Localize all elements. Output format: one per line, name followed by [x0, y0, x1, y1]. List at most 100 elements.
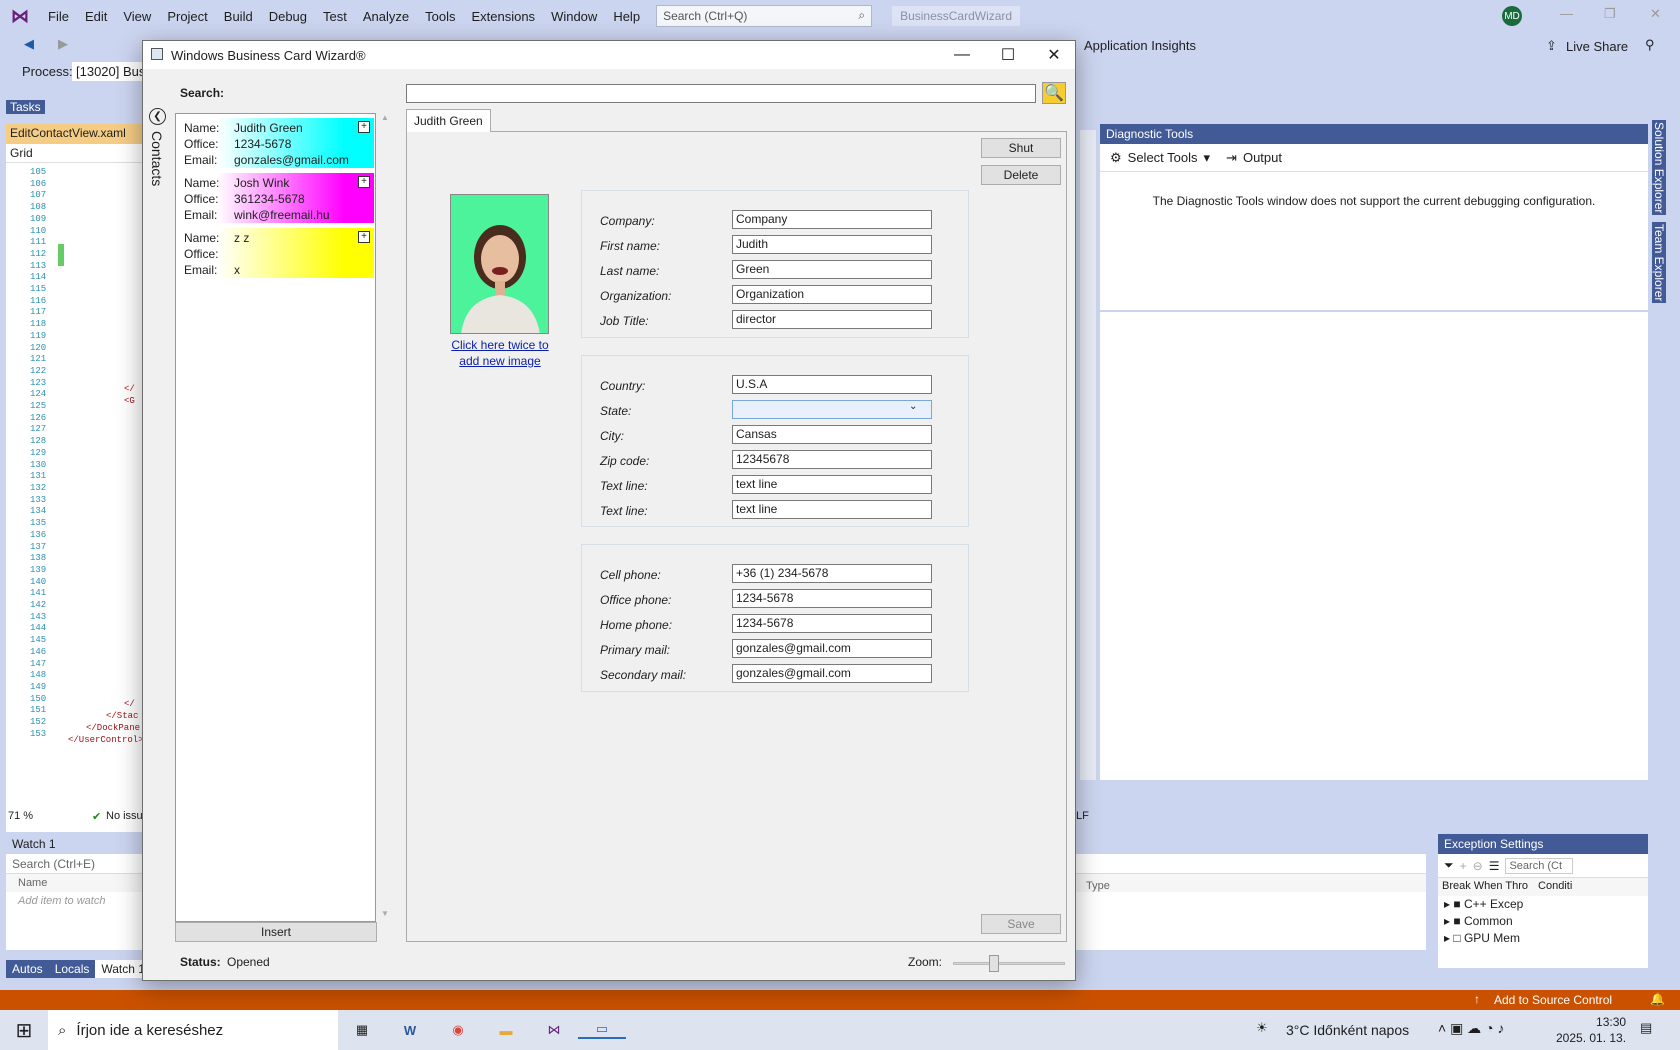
menu-window[interactable]: Window: [543, 9, 605, 24]
app-insights-button[interactable]: Application Insights: [1084, 38, 1196, 53]
contacts-collapse-button[interactable]: ❮: [149, 108, 166, 125]
scroll-up-icon[interactable]: ▲: [381, 113, 389, 122]
field-input[interactable]: Organization: [732, 285, 932, 304]
add-source-control-button[interactable]: Add to Source Control: [1494, 993, 1612, 1007]
field-input[interactable]: text line: [732, 475, 932, 494]
team-explorer-tab[interactable]: Team Explorer: [1652, 222, 1666, 304]
vs-search-input[interactable]: Search (Ctrl+Q) ⌕: [656, 5, 873, 27]
menu-file[interactable]: File: [40, 9, 77, 24]
contacts-side-tab[interactable]: Contacts: [149, 131, 165, 186]
avatar[interactable]: MD: [1502, 6, 1522, 26]
visual-studio-icon[interactable]: ⋈: [530, 1022, 578, 1038]
remove-icon[interactable]: ⊖: [1473, 859, 1483, 873]
menu-debug[interactable]: Debug: [261, 9, 315, 24]
exc-item[interactable]: ▸ ■ Common: [1444, 913, 1648, 930]
grid-selector[interactable]: Grid: [6, 144, 146, 163]
clock-time[interactable]: 13:30: [1556, 1014, 1626, 1030]
live-share-icon[interactable]: ⇪: [1546, 38, 1557, 54]
field-input[interactable]: Judith: [732, 235, 932, 254]
vs-close-icon[interactable]: ✕: [1650, 6, 1661, 22]
minimize-icon[interactable]: —: [939, 41, 985, 69]
taskbar-search[interactable]: ⌕ Írjon ide a kereséshez: [48, 1010, 338, 1050]
contact-card[interactable]: Name: z z Office: Email: x +: [178, 228, 374, 278]
field-input[interactable]: 1234-5678: [732, 589, 932, 608]
add-icon[interactable]: +: [1460, 859, 1467, 873]
insert-button[interactable]: Insert: [175, 922, 377, 942]
tab-autos[interactable]: Autos: [6, 960, 49, 978]
vs-restore-icon[interactable]: ❐: [1604, 6, 1616, 22]
scroll-down-icon[interactable]: ▼: [381, 909, 389, 918]
clock-date[interactable]: 2025. 01. 13.: [1556, 1030, 1626, 1046]
tab-judith-green[interactable]: Judith Green: [406, 109, 491, 132]
scrollbar[interactable]: [1080, 130, 1096, 780]
live-share-button[interactable]: Live Share: [1566, 39, 1628, 54]
contact-photo[interactable]: [450, 194, 549, 334]
menu-analyze[interactable]: Analyze: [355, 9, 417, 24]
exc-col-condition[interactable]: Conditi: [1538, 880, 1572, 894]
weather-text[interactable]: 3°C Időnként napos: [1286, 1022, 1409, 1038]
chrome-icon[interactable]: ◉: [434, 1022, 482, 1038]
field-input[interactable]: 12345678: [732, 450, 932, 469]
word-icon[interactable]: W: [386, 1023, 434, 1038]
menu-test[interactable]: Test: [315, 9, 355, 24]
menu-edit[interactable]: Edit: [77, 9, 115, 24]
bell-icon[interactable]: 🔔: [1650, 992, 1665, 1006]
wizard-titlebar[interactable]: Windows Business Card Wizard® — ☐ ✕: [143, 41, 1075, 69]
add-image-link[interactable]: Click here twice to add new image: [437, 337, 563, 369]
tab-locals[interactable]: Locals: [49, 960, 96, 978]
save-button[interactable]: Save: [981, 914, 1061, 934]
vs-logo-icon[interactable]: ⋈: [0, 6, 40, 27]
zoom-slider-thumb[interactable]: [989, 955, 999, 972]
field-input[interactable]: Green: [732, 260, 932, 279]
menu-view[interactable]: View: [115, 9, 159, 24]
expand-card-button[interactable]: +: [358, 176, 370, 188]
zoom-slider[interactable]: [953, 954, 1065, 972]
menu-build[interactable]: Build: [216, 9, 261, 24]
field-input[interactable]: gonzales@gmail.com: [732, 664, 932, 683]
field-input[interactable]: director: [732, 310, 932, 329]
menu-tools[interactable]: Tools: [417, 9, 463, 24]
field-input[interactable]: 1234-5678: [732, 614, 932, 633]
tray-icons[interactable]: ˄ ▣ ☁ ◔ ♪: [1438, 1020, 1504, 1037]
select-tools-button[interactable]: Select Tools: [1128, 150, 1198, 165]
exc-search[interactable]: Search (Ct: [1505, 857, 1574, 874]
field-input[interactable]: +36 (1) 234-5678: [732, 564, 932, 583]
weather-icon[interactable]: ☀: [1256, 1020, 1268, 1036]
feedback-icon[interactable]: ⚲: [1645, 37, 1655, 53]
exc-col-break[interactable]: Break When Thro: [1442, 880, 1528, 894]
contact-card[interactable]: Name: Josh Wink Office: 361234-5678 Email: w…: [178, 173, 374, 223]
zoom-dropdown[interactable]: 71 %: [6, 808, 64, 826]
doc-tab[interactable]: EditContactView.xaml: [6, 124, 146, 144]
field-input[interactable]: text line: [732, 500, 932, 519]
exc-item[interactable]: ▸ ■ C++ Excep: [1444, 896, 1648, 913]
delete-button[interactable]: Delete: [981, 165, 1061, 185]
watch-col-type[interactable]: Type: [1086, 880, 1110, 892]
contact-list[interactable]: Name: Judith Green Office: 1234-5678 Email:…: [175, 113, 376, 922]
field-input[interactable]: Cansas: [732, 425, 932, 444]
maximize-icon[interactable]: ☐: [985, 41, 1031, 69]
solution-explorer-tab[interactable]: Solution Explorer: [1652, 120, 1666, 216]
expand-card-button[interactable]: +: [358, 231, 370, 243]
field-input[interactable]: U.S.A: [732, 375, 932, 394]
windows-start-icon[interactable]: ⊞: [0, 1018, 48, 1043]
notification-icon[interactable]: ▤: [1640, 1020, 1652, 1036]
menu-extensions[interactable]: Extensions: [463, 9, 543, 24]
shut-button[interactable]: Shut: [981, 138, 1061, 158]
process-dropdown[interactable]: [13020] Busi: [72, 62, 152, 81]
nav-back-icon[interactable]: ◀: [24, 36, 34, 52]
vs-minimize-icon[interactable]: —: [1560, 6, 1573, 21]
search-button[interactable]: 🔍: [1042, 82, 1066, 104]
menu-help[interactable]: Help: [605, 9, 648, 24]
list-icon[interactable]: ☰: [1489, 859, 1500, 873]
wizard-app-icon[interactable]: ▭: [578, 1021, 626, 1039]
close-icon[interactable]: ✕: [1031, 41, 1077, 69]
editor-area[interactable]: Grid 105 106 107 108 109 110 111 112 113 114 115 11…: [6, 144, 146, 832]
state-dropdown[interactable]: [732, 400, 932, 419]
field-input[interactable]: Company: [732, 210, 932, 229]
contact-card[interactable]: Name: Judith Green Office: 1234-5678 Email:…: [178, 118, 374, 168]
field-input[interactable]: gonzales@gmail.com: [732, 639, 932, 658]
exc-item[interactable]: ▸ □ GPU Mem: [1444, 930, 1648, 947]
explorer-icon[interactable]: ▬: [482, 1023, 530, 1038]
menu-project[interactable]: Project: [159, 9, 215, 24]
filter-icon[interactable]: ⏷: [1444, 858, 1454, 873]
